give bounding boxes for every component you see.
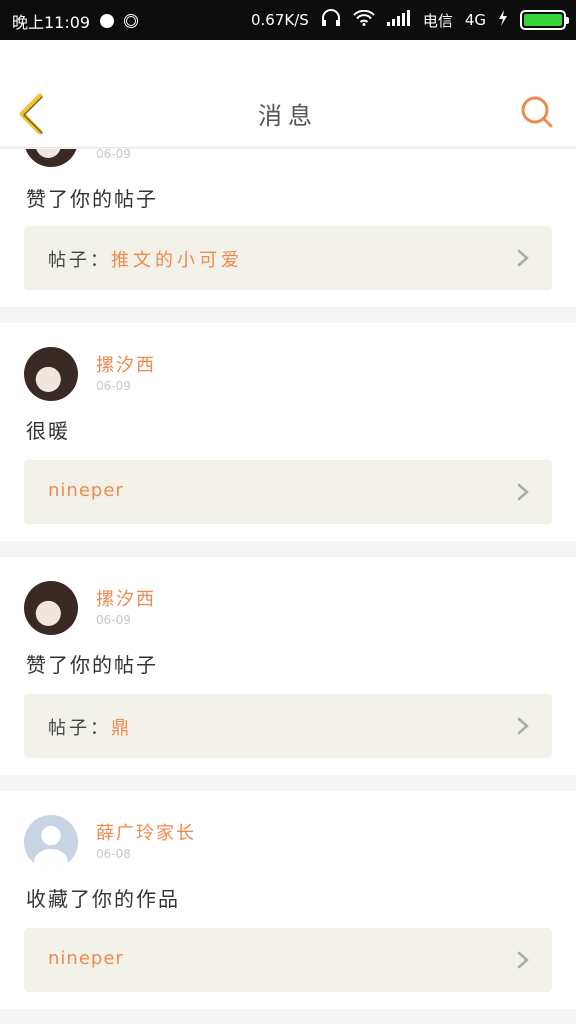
- notification-icon: [100, 14, 115, 28]
- wifi-icon: [353, 9, 375, 30]
- user-name[interactable]: 摞汐西: [96, 351, 156, 377]
- app-notification-icon: [124, 14, 139, 28]
- message-card[interactable]: 摞汐西 06-09 很暖 nineper: [0, 323, 576, 541]
- post-link-value: nineper: [48, 948, 124, 969]
- avatar[interactable]: [24, 149, 78, 167]
- user-name[interactable]: 薛广玲家长: [96, 819, 196, 845]
- battery-icon: [520, 10, 569, 30]
- avatar[interactable]: [24, 347, 78, 401]
- message-text: 很暖: [26, 419, 70, 443]
- post-link[interactable]: nineper: [24, 928, 552, 992]
- headphone-icon: [321, 9, 341, 31]
- user-name[interactable]: 摞汐西: [96, 585, 156, 611]
- post-link[interactable]: 帖子：推文的小可爱: [24, 226, 552, 290]
- charging-icon: [498, 10, 508, 30]
- post-link-label: 帖子：: [48, 718, 111, 739]
- message-date: 06-08: [96, 847, 131, 861]
- post-link-value: nineper: [48, 480, 124, 501]
- network-speed: 0.67K/S: [251, 11, 309, 29]
- message-card[interactable]: 薛广玲家长 06-08 收藏了你的作品 nineper: [0, 791, 576, 1009]
- message-card[interactable]: 摞汐西 06-09 赞了你的帖子 帖子：鼎: [0, 557, 576, 775]
- default-avatar-icon[interactable]: [24, 815, 78, 869]
- network-type: 4G: [464, 11, 486, 29]
- carrier-label: 电信: [422, 11, 453, 30]
- message-feed[interactable]: 06-09 赞了你的帖子 帖子：推文的小可爱 摞汐西 06-09 很暖 nine…: [0, 149, 576, 1024]
- message-date: 06-09: [96, 149, 131, 161]
- page-title: 消息: [258, 102, 318, 130]
- signal-icon: [386, 10, 411, 30]
- post-link-value: 鼎: [111, 718, 133, 739]
- status-time: 晚上11:09: [12, 13, 91, 32]
- message-text: 赞了你的帖子: [26, 187, 158, 211]
- avatar[interactable]: [24, 581, 78, 635]
- message-date: 06-09: [96, 613, 131, 627]
- chevron-right-icon: [517, 951, 529, 969]
- status-bar: 晚上11:09 0.67K/S 电信 4G: [0, 0, 576, 40]
- search-icon: [521, 96, 553, 128]
- chevron-right-icon: [517, 249, 529, 267]
- message-text: 赞了你的帖子: [26, 653, 158, 677]
- post-link[interactable]: 帖子：鼎: [24, 694, 552, 758]
- message-date: 06-09: [96, 379, 131, 393]
- message-card[interactable]: 06-09 赞了你的帖子 帖子：推文的小可爱: [0, 149, 576, 307]
- message-text: 收藏了你的作品: [26, 887, 180, 911]
- search-button[interactable]: [520, 95, 554, 129]
- post-link-value: 推文的小可爱: [111, 250, 243, 271]
- chevron-right-icon: [517, 483, 529, 501]
- post-link[interactable]: nineper: [24, 460, 552, 524]
- header: 消息: [0, 40, 576, 148]
- post-link-label: 帖子：: [48, 250, 111, 271]
- chevron-right-icon: [517, 717, 529, 735]
